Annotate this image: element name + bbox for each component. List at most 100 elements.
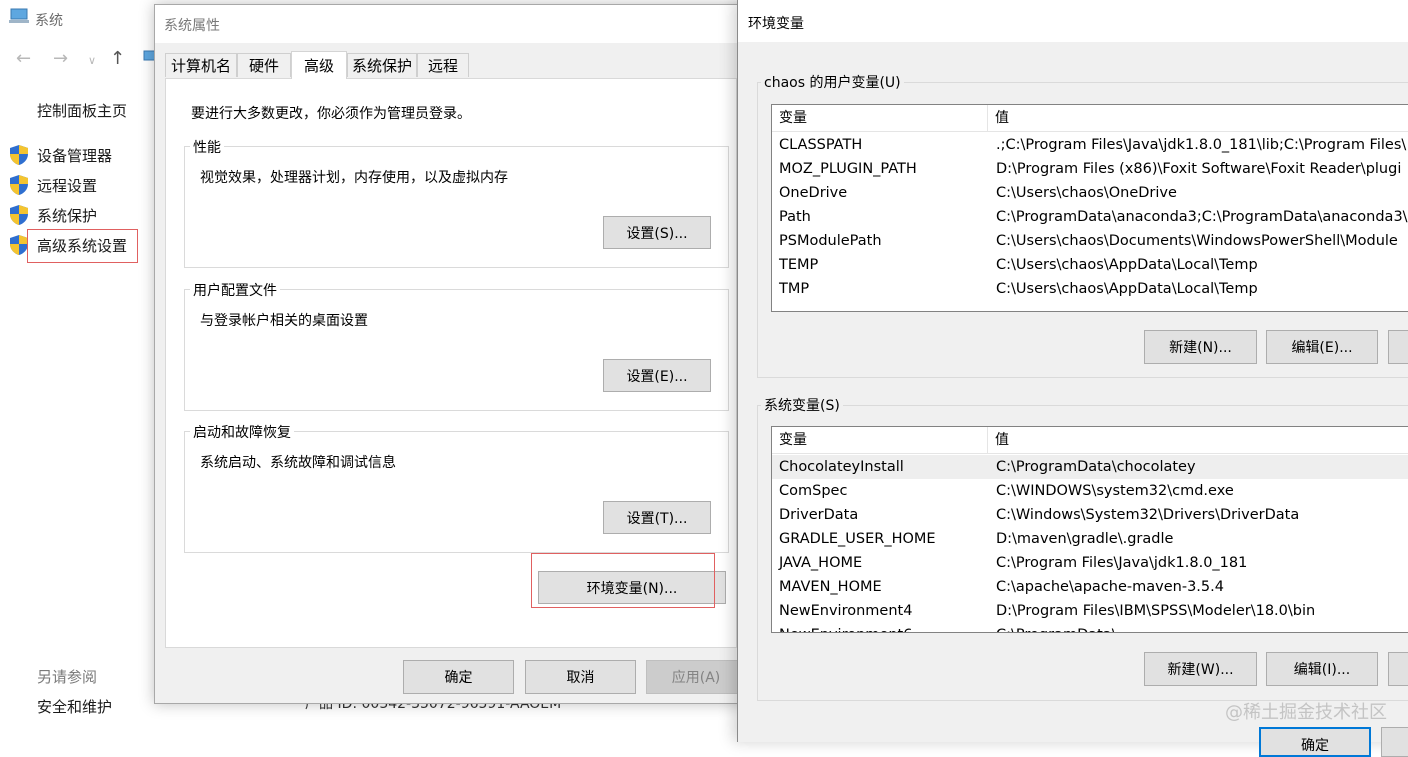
environment-variables-dialog: 环境变量 chaos 的用户变量(U) 变量 值 CLASSPATH .;C:\… — [737, 0, 1408, 757]
env-ok-button[interactable]: 确定 — [1259, 727, 1371, 757]
system-var-row[interactable]: GRADLE_USER_HOME D:\maven\gradle\.gradle — [772, 527, 1408, 551]
tab-computer-name[interactable]: 计算机名 — [165, 53, 237, 77]
column-header-value[interactable]: 值 — [988, 427, 1009, 453]
var-value: C:\ProgramData\anaconda3;C:\ProgramData\… — [996, 209, 1408, 225]
var-name: NewEnvironment6 — [772, 623, 990, 632]
ok-button[interactable]: 确定 — [403, 660, 514, 694]
user-variables-list[interactable]: 变量 值 CLASSPATH .;C:\Program Files\Java\j… — [771, 104, 1408, 312]
performance-description: 视觉效果，处理器计划，内存使用，以及虚拟内存 — [200, 170, 508, 186]
var-value: C:\Users\chaos\AppData\Local\Temp — [996, 257, 1258, 273]
user-var-row[interactable]: PSModulePath C:\Users\chaos\Documents\Wi… — [772, 229, 1408, 253]
system-properties-title-bar[interactable]: 系统属性 — [155, 5, 747, 43]
system-new-button[interactable]: 新建(W)... — [1144, 652, 1257, 686]
var-value: C:\ProgramData\chocolatey — [996, 459, 1196, 475]
system-var-row[interactable]: NewEnvironment6 C:\ProgramData\ — [772, 623, 1408, 632]
advanced-settings-highlight — [27, 229, 138, 263]
dialog-title: 环境变量 — [748, 16, 804, 32]
user-profiles-description: 与登录帐户相关的桌面设置 — [200, 313, 368, 329]
performance-group-label: 性能 — [190, 137, 224, 157]
var-value: C:\Windows\System32\Drivers\DriverData — [996, 507, 1300, 523]
see-also-heading: 另请参阅 — [37, 668, 98, 686]
var-name: ChocolateyInstall — [779, 459, 904, 475]
column-header-value[interactable]: 值 — [988, 105, 1009, 131]
user-var-row[interactable]: TEMP C:\Users\chaos\AppData\Local\Temp — [772, 253, 1408, 277]
user-delete-button[interactable] — [1388, 330, 1408, 364]
dialog-title: 系统属性 — [164, 18, 220, 34]
startup-recovery-settings-button[interactable]: 设置(T)... — [603, 501, 711, 534]
var-name: PSModulePath — [779, 233, 882, 249]
system-properties-dialog: 系统属性 计算机名 硬件 高级 系统保护 远程 要进行大多数更改，你必须作为管理… — [154, 4, 748, 704]
computer-icon — [9, 8, 29, 23]
var-value: C:\Users\chaos\OneDrive — [996, 185, 1177, 201]
env-cancel-button[interactable] — [1381, 727, 1408, 757]
list-header: 变量 值 — [772, 105, 1408, 132]
environment-variables-highlight — [531, 553, 715, 608]
tab-hardware[interactable]: 硬件 — [237, 53, 291, 77]
user-new-button[interactable]: 新建(N)... — [1144, 330, 1257, 364]
system-var-row[interactable]: ChocolateyInstall C:\ProgramData\chocola… — [772, 455, 1408, 479]
sidebar-item-system-protection[interactable]: 系统保护 — [8, 202, 97, 228]
var-name: ComSpec — [779, 483, 848, 499]
uac-shield-icon — [10, 205, 28, 225]
startup-recovery-group — [184, 431, 729, 553]
user-var-row[interactable]: CLASSPATH .;C:\Program Files\Java\jdk1.8… — [772, 133, 1408, 157]
admin-note: 要进行大多数更改，你必须作为管理员登录。 — [191, 106, 471, 122]
cancel-button[interactable]: 取消 — [525, 660, 636, 694]
security-maintenance-link[interactable]: 安全和维护 — [37, 696, 112, 717]
var-value: C:\ProgramData\ — [990, 623, 1117, 632]
system-var-row[interactable]: NewEnvironment4 D:\Program Files\IBM\SPS… — [772, 599, 1408, 623]
user-profiles-settings-button[interactable]: 设置(E)... — [603, 359, 711, 392]
back-arrow-icon[interactable]: ← — [16, 48, 31, 69]
system-var-row[interactable]: MAVEN_HOME C:\apache\apache-maven-3.5.4 — [772, 575, 1408, 599]
up-arrow-icon[interactable]: ↑ — [110, 48, 125, 69]
system-variables-list[interactable]: 变量 值 ChocolateyInstall C:\ProgramData\ch… — [771, 426, 1408, 633]
system-var-row[interactable]: JAVA_HOME C:\Program Files\Java\jdk1.8.0… — [772, 551, 1408, 575]
startup-recovery-description: 系统启动、系统故障和调试信息 — [200, 455, 396, 471]
list-header: 变量 值 — [772, 427, 1408, 454]
var-name: MOZ_PLUGIN_PATH — [779, 161, 917, 177]
var-name: TMP — [779, 281, 810, 297]
forward-arrow-icon[interactable]: → — [53, 48, 68, 69]
tab-remote[interactable]: 远程 — [417, 53, 469, 77]
user-profiles-group — [184, 289, 729, 411]
var-value: D:\Program Files\IBM\SPSS\Modeler\18.0\b… — [996, 603, 1316, 619]
var-name: NewEnvironment4 — [779, 603, 913, 619]
user-var-row[interactable]: TMP C:\Users\chaos\AppData\Local\Temp — [772, 277, 1408, 301]
system-var-row[interactable]: DriverData C:\Windows\System32\Drivers\D… — [772, 503, 1408, 527]
var-name: GRADLE_USER_HOME — [779, 531, 936, 547]
var-value: C:\apache\apache-maven-3.5.4 — [996, 579, 1224, 595]
performance-settings-button[interactable]: 设置(S)... — [603, 216, 711, 249]
user-variables-label: chaos 的用户变量(U) — [761, 72, 904, 92]
var-name: Path — [779, 209, 811, 225]
var-name: MAVEN_HOME — [779, 579, 882, 595]
environment-variables-title-bar[interactable]: 环境变量 — [738, 0, 1408, 42]
tab-advanced[interactable]: 高级 — [291, 51, 347, 79]
history-chevron-down-icon[interactable]: ∨ — [88, 54, 96, 67]
sidebar-item-remote-settings[interactable]: 远程设置 — [8, 172, 97, 198]
var-value: D:\Program Files (x86)\Foxit Software\Fo… — [996, 161, 1402, 177]
var-name: CLASSPATH — [779, 137, 863, 153]
user-var-row[interactable]: Path C:\ProgramData\anaconda3;C:\Program… — [772, 205, 1408, 229]
system-window-title: 系统 — [35, 13, 63, 29]
var-name: JAVA_HOME — [779, 555, 863, 571]
system-variables-label: 系统变量(S) — [761, 395, 843, 415]
column-header-variable[interactable]: 变量 — [772, 105, 988, 131]
var-value: C:\WINDOWS\system32\cmd.exe — [996, 483, 1234, 499]
tab-system-protection[interactable]: 系统保护 — [347, 53, 417, 77]
var-value: C:\Users\chaos\AppData\Local\Temp — [996, 281, 1258, 297]
var-value: .;C:\Program Files\Java\jdk1.8.0_181\lib… — [996, 137, 1407, 153]
user-edit-button[interactable]: 编辑(E)... — [1266, 330, 1378, 364]
system-var-row[interactable]: ComSpec C:\WINDOWS\system32\cmd.exe — [772, 479, 1408, 503]
control-panel-home-link[interactable]: 控制面板主页 — [37, 100, 127, 121]
user-var-row[interactable]: MOZ_PLUGIN_PATH D:\Program Files (x86)\F… — [772, 157, 1408, 181]
user-profiles-group-label: 用户配置文件 — [190, 280, 280, 300]
user-var-row[interactable]: OneDrive C:\Users\chaos\OneDrive — [772, 181, 1408, 205]
column-header-variable[interactable]: 变量 — [772, 427, 988, 453]
sidebar-item-label: 设备管理器 — [37, 146, 113, 165]
system-delete-button[interactable] — [1388, 652, 1408, 686]
system-edit-button[interactable]: 编辑(I)... — [1266, 652, 1378, 686]
watermark: @稀土掘金技术社区 — [1225, 702, 1387, 723]
apply-button[interactable]: 应用(A) — [646, 660, 746, 694]
sidebar-item-device-manager[interactable]: 设备管理器 — [8, 142, 112, 168]
performance-group — [184, 146, 729, 268]
